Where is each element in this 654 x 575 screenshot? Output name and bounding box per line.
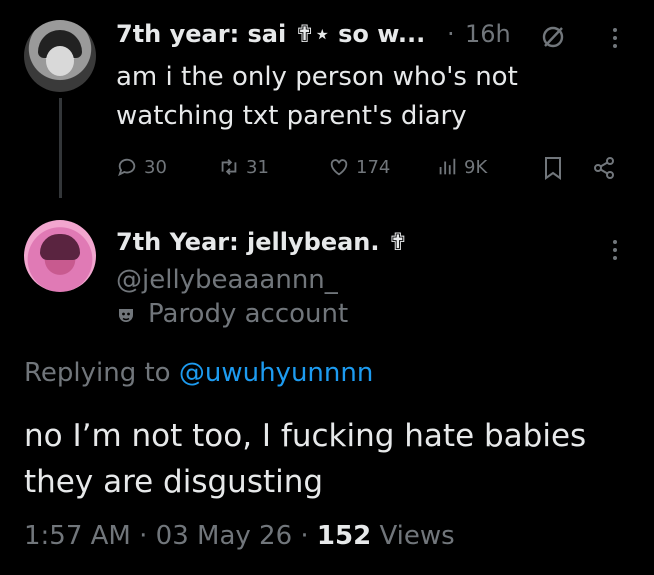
reply-meta-line: 1:57 AM · 03 May 26 · 152 Views [24,521,455,551]
heart-icon [330,159,348,176]
replying-to-handle-link[interactable]: @uwuhyunnnn [179,358,373,388]
replying-to-prefix: Replying to [24,358,171,388]
reply-icon [118,158,136,177]
like-count: 174 [356,156,391,178]
replying-to-line: Replying to @uwuhyunnnn [24,358,373,388]
parent-text-line2: watching txt parent's diary [116,101,467,131]
parent-text-line1: am i the only person who's not [116,62,518,92]
repost-button[interactable]: 31 [218,156,269,178]
parent-avatar[interactable] [24,20,96,92]
reply-views-count: 152 [316,521,372,551]
repost-count: 31 [246,156,269,178]
reply-views-label: Views [379,521,455,551]
reply-text-line1: no I’m not too, I fucking hate babies [24,418,587,454]
reply-timestamp[interactable]: 1:57 AM · 03 May 26 · [24,521,309,551]
reply-display-name[interactable]: 7th Year: jellybean. ✟ [116,228,408,256]
share-icon[interactable] [592,156,616,180]
views-button[interactable]: 9K [436,156,487,178]
like-button[interactable]: 174 [328,156,390,178]
parody-mask-icon [116,306,136,326]
reply-more-options-icon[interactable] [612,240,618,260]
parent-display-name[interactable]: 7th year: sai ✟⋆ so w... [116,20,425,48]
reply-text-line2: they are disgusting [24,464,324,500]
repost-icon [221,159,237,175]
thread-connector-line [59,98,62,198]
parody-account-label: Parody account [148,299,349,329]
reply-avatar[interactable] [24,220,96,292]
grok-icon[interactable] [540,24,566,50]
analytics-icon [439,158,456,175]
view-count: 9K [464,156,488,178]
reply-count: 30 [144,156,167,178]
bookmark-icon[interactable] [542,156,564,180]
parent-more-options-icon[interactable] [612,28,618,48]
reply-button[interactable]: 30 [116,156,167,178]
parent-time[interactable]: 16h [465,20,511,48]
reply-handle[interactable]: @jellybeaaannn_ [116,265,338,295]
parent-separator: · [447,20,455,48]
